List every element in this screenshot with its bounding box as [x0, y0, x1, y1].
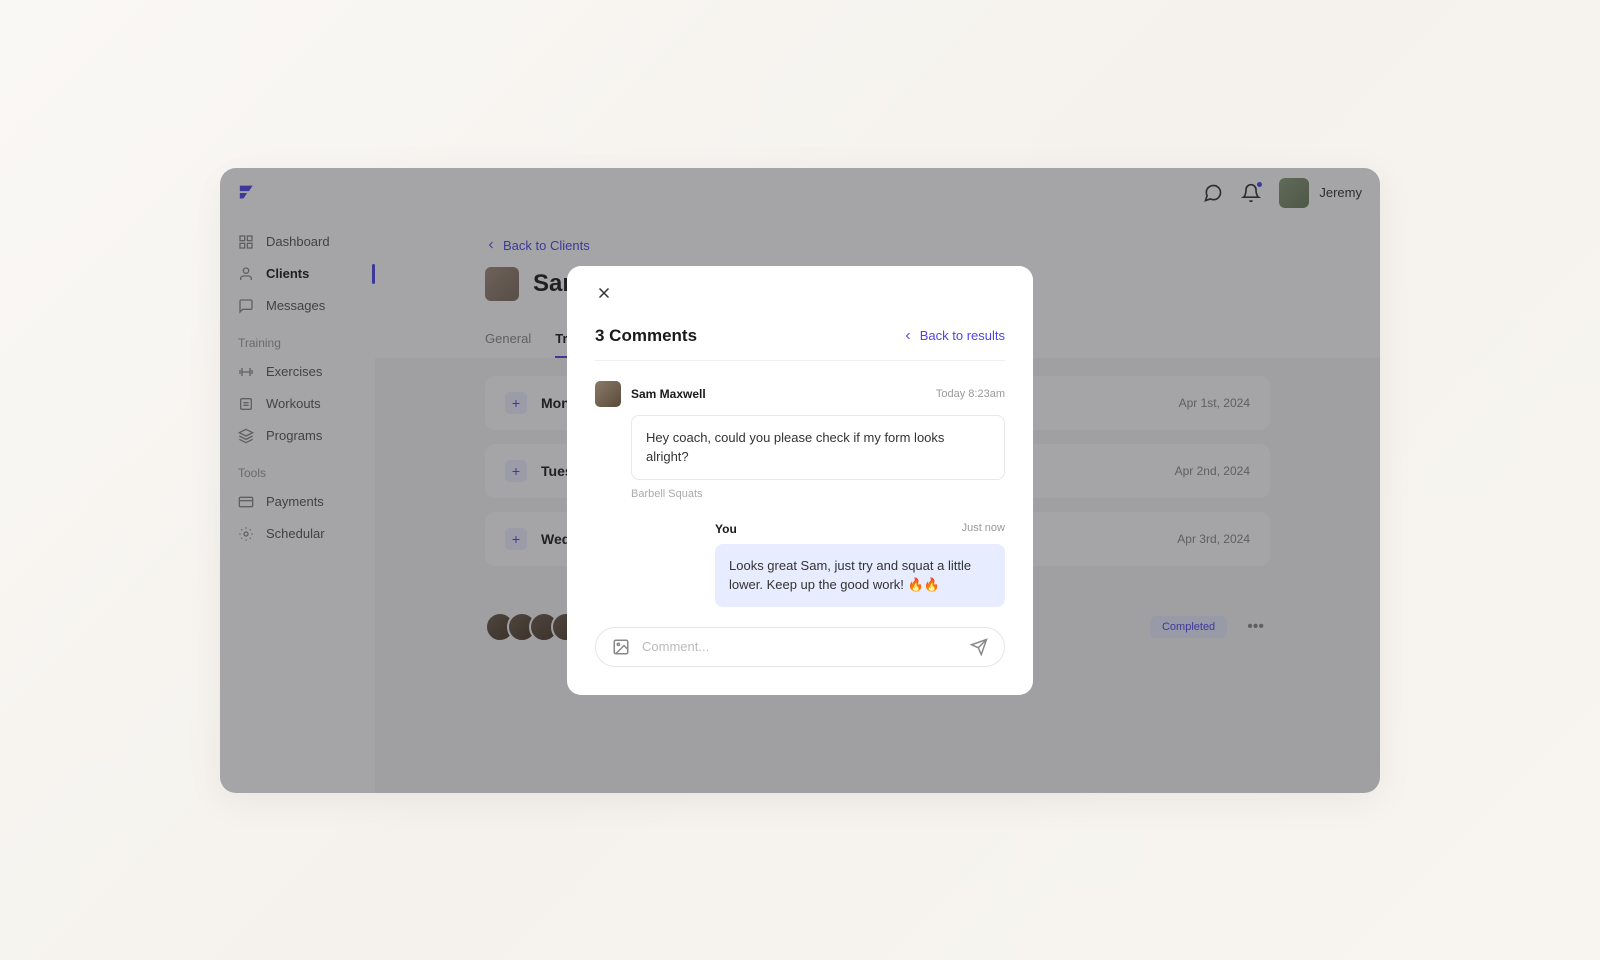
modal-header: 3 Comments Back to results — [595, 326, 1005, 346]
close-button[interactable] — [595, 284, 613, 307]
close-icon — [595, 284, 613, 302]
back-to-results-link[interactable]: Back to results — [902, 328, 1005, 343]
chevron-left-icon — [902, 330, 914, 342]
image-icon[interactable] — [612, 638, 630, 656]
send-icon[interactable] — [970, 638, 988, 656]
back-results-label: Back to results — [920, 328, 1005, 343]
comment-author: Sam Maxwell — [631, 387, 706, 401]
modal-overlay[interactable]: 3 Comments Back to results Sam Maxwell T… — [220, 168, 1380, 793]
comment-time: Today 8:23am — [936, 388, 1005, 400]
reply-time: Just now — [962, 522, 1005, 536]
reply-text: Looks great Sam, just try and squat a li… — [715, 544, 1005, 607]
divider — [595, 360, 1005, 361]
comments-modal: 3 Comments Back to results Sam Maxwell T… — [567, 266, 1033, 695]
comment-input-container — [595, 627, 1005, 667]
app-window: Jeremy Dashboard Clients Messages Traini… — [220, 168, 1380, 793]
comment-tag: Barbell Squats — [631, 488, 1005, 500]
comment-text: Hey coach, could you please check if my … — [631, 415, 1005, 480]
reply: You Just now Looks great Sam, just try a… — [595, 522, 1005, 607]
comment-avatar — [595, 381, 621, 407]
comment: Sam Maxwell Today 8:23am Hey coach, coul… — [595, 381, 1005, 500]
reply-author: You — [715, 522, 737, 536]
comment-input[interactable] — [642, 639, 958, 654]
modal-title: 3 Comments — [595, 326, 697, 346]
